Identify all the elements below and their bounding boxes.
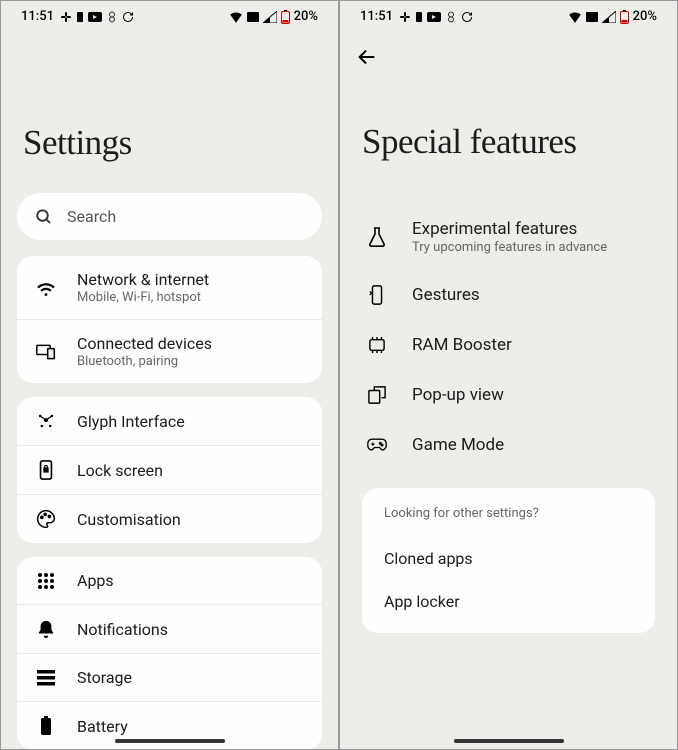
item-subtitle: Bluetooth, pairing bbox=[77, 354, 304, 369]
item-title: Network & internet bbox=[77, 270, 304, 289]
lock-phone-icon bbox=[39, 460, 53, 480]
item-title: Storage bbox=[77, 668, 304, 687]
feature-item-gestures[interactable]: Gestures bbox=[348, 270, 669, 320]
battery-small-icon bbox=[415, 11, 423, 23]
status-notif-icons bbox=[399, 11, 473, 23]
feature-item-experimental[interactable]: Experimental features Try upcoming featu… bbox=[348, 204, 669, 270]
battery-icon bbox=[281, 10, 290, 24]
settings-item-storage[interactable]: Storage bbox=[17, 654, 322, 702]
battery-icon bbox=[40, 716, 52, 736]
feature-title: Gestures bbox=[412, 285, 480, 305]
status-time: 11:51 bbox=[360, 9, 393, 24]
feature-title: Game Mode bbox=[412, 435, 504, 455]
settings-item-glyph[interactable]: Glyph Interface bbox=[17, 397, 322, 446]
popup-icon bbox=[368, 386, 386, 404]
page-title: Settings bbox=[1, 123, 338, 163]
wifi-icon bbox=[229, 11, 243, 23]
battery-percent: 20% bbox=[633, 9, 657, 24]
glyph-icon bbox=[36, 411, 56, 431]
gamepad-icon bbox=[367, 438, 387, 452]
chip-icon bbox=[367, 337, 387, 353]
other-settings-card: Looking for other settings? Cloned apps … bbox=[362, 488, 655, 633]
item-title: Glyph Interface bbox=[77, 412, 304, 431]
photos-icon bbox=[445, 11, 457, 23]
feature-subtitle: Try upcoming features in advance bbox=[412, 240, 607, 255]
feature-title: Experimental features bbox=[412, 219, 607, 239]
other-heading: Looking for other settings? bbox=[384, 506, 633, 521]
feature-item-popup[interactable]: Pop-up view bbox=[348, 370, 669, 420]
palette-icon bbox=[36, 509, 56, 529]
slack-icon bbox=[60, 11, 72, 23]
wifi-icon bbox=[568, 11, 582, 23]
youtube-icon bbox=[88, 12, 102, 22]
settings-item-customisation[interactable]: Customisation bbox=[17, 495, 322, 543]
search-placeholder: Search bbox=[67, 207, 116, 226]
feature-list: Experimental features Try upcoming featu… bbox=[340, 204, 677, 470]
item-title: Lock screen bbox=[77, 461, 304, 480]
sync-icon bbox=[122, 11, 134, 23]
item-title: Customisation bbox=[77, 510, 304, 529]
settings-item-apps[interactable]: Apps bbox=[17, 557, 322, 605]
battery-small-icon bbox=[76, 11, 84, 23]
signal-icon bbox=[602, 11, 616, 23]
navigation-handle[interactable] bbox=[454, 739, 564, 743]
other-item-cloned-apps[interactable]: Cloned apps bbox=[384, 537, 633, 580]
settings-item-notifications[interactable]: Notifications bbox=[17, 605, 322, 654]
item-title: Battery bbox=[77, 717, 304, 736]
status-time: 11:51 bbox=[21, 9, 54, 24]
wifi-icon bbox=[36, 280, 56, 296]
page-title: Special features bbox=[340, 122, 677, 162]
youtube-icon bbox=[427, 12, 441, 22]
status-notif-icons bbox=[60, 11, 134, 23]
storage-icon bbox=[37, 670, 55, 686]
settings-group-ui: Glyph Interface Lock screen Customisatio… bbox=[17, 397, 322, 543]
devices-icon bbox=[36, 344, 56, 360]
item-title: Connected devices bbox=[77, 334, 304, 353]
slack-icon bbox=[399, 11, 411, 23]
special-features-screen: 11:51 20% Special features Experimental … bbox=[339, 0, 678, 750]
settings-group-connectivity: Network & internet Mobile, Wi-Fi, hotspo… bbox=[17, 256, 322, 383]
flask-icon bbox=[368, 227, 386, 247]
back-button[interactable] bbox=[340, 28, 677, 74]
apps-grid-icon bbox=[37, 572, 55, 590]
feature-item-game-mode[interactable]: Game Mode bbox=[348, 420, 669, 470]
feature-item-ram[interactable]: RAM Booster bbox=[348, 320, 669, 370]
network-badge-icon bbox=[586, 12, 598, 22]
search-icon bbox=[35, 208, 53, 226]
bell-icon bbox=[37, 619, 55, 639]
gesture-phone-icon bbox=[369, 285, 385, 305]
battery-icon bbox=[620, 10, 629, 24]
photos-icon bbox=[106, 11, 118, 23]
settings-item-lock-screen[interactable]: Lock screen bbox=[17, 446, 322, 495]
other-item-app-locker[interactable]: App locker bbox=[384, 580, 633, 623]
feature-title: Pop-up view bbox=[412, 385, 504, 405]
sync-icon bbox=[461, 11, 473, 23]
navigation-handle[interactable] bbox=[115, 739, 225, 743]
item-title: Notifications bbox=[77, 620, 304, 639]
network-badge-icon bbox=[247, 12, 259, 22]
battery-percent: 20% bbox=[294, 9, 318, 24]
feature-title: RAM Booster bbox=[412, 335, 512, 355]
settings-group-system: Apps Notifications Storage Battery bbox=[17, 557, 322, 750]
settings-item-network[interactable]: Network & internet Mobile, Wi-Fi, hotspo… bbox=[17, 256, 322, 320]
settings-screen: 11:51 20% Settings Search Network & bbox=[0, 0, 339, 750]
settings-item-connected-devices[interactable]: Connected devices Bluetooth, pairing bbox=[17, 320, 322, 383]
search-bar[interactable]: Search bbox=[17, 193, 322, 240]
item-subtitle: Mobile, Wi-Fi, hotspot bbox=[77, 290, 304, 305]
item-title: Apps bbox=[77, 571, 304, 590]
status-bar: 11:51 20% bbox=[340, 1, 677, 28]
status-bar: 11:51 20% bbox=[1, 1, 338, 28]
signal-icon bbox=[263, 11, 277, 23]
